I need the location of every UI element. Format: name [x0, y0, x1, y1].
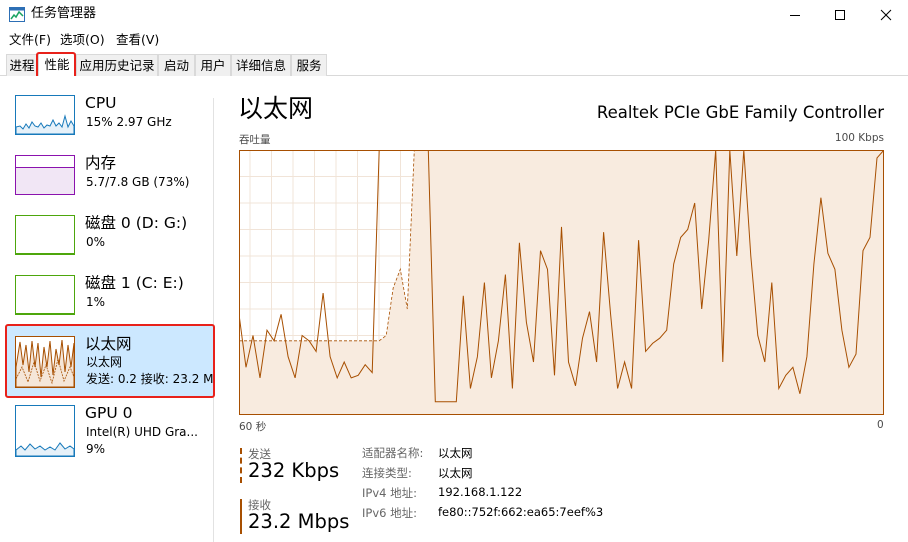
cpu-thumbnail: [15, 95, 75, 135]
menu-file[interactable]: 文件(F): [9, 31, 51, 49]
gpu-thumb-graph: [16, 442, 74, 456]
gpu-thumbnail: [15, 405, 75, 457]
ethernet-thumb-graph: [16, 339, 74, 387]
tab-services[interactable]: 服务: [291, 54, 327, 76]
sidebar-item-disk0[interactable]: 磁盘 0 (D: G:) 0%: [7, 213, 214, 275]
sidebar-item-title: 内存: [85, 154, 117, 172]
axis-right-label: 0: [877, 419, 884, 431]
throughput-graph: [239, 150, 884, 415]
sidebar-item-detail: 1%: [86, 295, 106, 309]
memory-thumbnail: [15, 155, 75, 195]
ipv6-value: fe80::752f:662:ea65:7eef%3: [438, 505, 604, 519]
window-title: 任务管理器: [31, 6, 97, 21]
ethernet-thumbnail: [15, 336, 75, 388]
sidebar-item-detail: Intel(R) UHD Gra...: [86, 425, 198, 439]
adapter-name-label: 适配器名称:: [362, 446, 424, 460]
ipv4-label: IPv4 地址:: [362, 486, 417, 500]
menu-bar: 文件(F) 选项(O) 查看(V): [0, 30, 908, 50]
cpu-thumb-graph: [16, 114, 74, 134]
close-icon: [880, 9, 891, 21]
receive-value: 23.2 Mbps: [248, 510, 350, 533]
disk1-thumbnail: [15, 275, 75, 315]
tab-performance[interactable]: 性能: [38, 53, 76, 76]
sidebar-item-title: GPU 0: [85, 404, 133, 422]
maximize-button[interactable]: [817, 0, 862, 30]
menu-view[interactable]: 查看(V): [116, 31, 159, 49]
disk0-line: [16, 253, 74, 254]
sidebar-item-detail: 0%: [86, 235, 106, 249]
sidebar-item-title: CPU: [85, 94, 117, 112]
sidebar-item-title: 磁盘 1 (C: E:): [85, 274, 184, 292]
title-bar: 任务管理器: [0, 0, 908, 30]
adapter-name: Realtek PCIe GbE Family Controller: [596, 103, 884, 122]
tab-processes[interactable]: 进程: [6, 54, 38, 76]
graph-label: 吞吐量: [239, 134, 271, 146]
page-title: 以太网: [238, 94, 314, 123]
send-stat: 发送 232 Kbps: [240, 446, 350, 486]
connection-type-label: 连接类型:: [362, 466, 412, 480]
send-legend-marker: [240, 448, 242, 483]
receive-stat: 接收 23.2 Mbps: [240, 497, 360, 537]
memory-usage-fill: [16, 167, 74, 194]
sidebar-item-detail: 以太网: [86, 355, 123, 369]
sidebar-item-speed: 发送: 0.2 接收: 23.2 M: [86, 372, 214, 386]
sidebar-item-title: 以太网: [85, 335, 132, 353]
graph-max-label: 100 Kbps: [834, 132, 884, 144]
tab-startup[interactable]: 启动: [158, 54, 195, 76]
tab-details[interactable]: 详细信息: [231, 54, 291, 76]
sidebar-item-ethernet[interactable]: 以太网 以太网 发送: 0.2 接收: 23.2 M: [7, 326, 214, 396]
axis-left-label: 60 秒: [239, 421, 267, 433]
sidebar-item-gpu[interactable]: GPU 0 Intel(R) UHD Gra... 9%: [7, 403, 214, 465]
minimize-icon: [789, 15, 800, 16]
sidebar-item-usage: 9%: [86, 442, 106, 456]
disk0-thumbnail: [15, 215, 75, 255]
tab-users[interactable]: 用户: [195, 54, 231, 76]
menu-options[interactable]: 选项(O): [60, 31, 105, 49]
send-value: 232 Kbps: [248, 459, 340, 482]
sidebar-item-detail: 5.7/7.8 GB (73%): [86, 175, 190, 189]
task-manager-icon: [9, 7, 25, 22]
connection-type-value: 以太网: [438, 466, 473, 480]
tab-app-history[interactable]: 应用历史记录: [76, 54, 158, 76]
sidebar-item-cpu[interactable]: CPU 15% 2.97 GHz: [7, 93, 214, 155]
close-button[interactable]: [863, 0, 908, 30]
maximize-icon: [834, 10, 845, 20]
adapter-name-value: 以太网: [438, 446, 473, 460]
receive-legend-marker: [240, 499, 242, 534]
sidebar-item-detail: 15% 2.97 GHz: [86, 115, 172, 129]
sidebar-item-memory[interactable]: 内存 5.7/7.8 GB (73%): [7, 153, 214, 215]
minimize-button[interactable]: [772, 0, 817, 30]
ipv6-label: IPv6 地址:: [362, 506, 417, 520]
ipv4-value: 192.168.1.122: [438, 485, 523, 499]
sidebar-item-title: 磁盘 0 (D: G:): [85, 214, 188, 232]
disk1-line: [16, 313, 74, 314]
